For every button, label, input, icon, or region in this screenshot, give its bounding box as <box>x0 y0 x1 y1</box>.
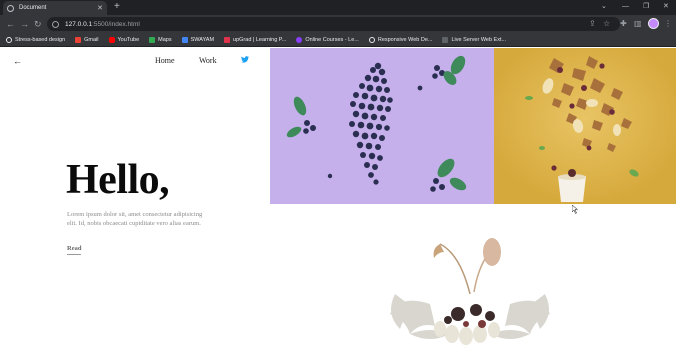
swayam-icon <box>181 36 188 43</box>
bookmark-item[interactable]: Gmail <box>75 36 99 43</box>
youtube-icon <box>108 36 115 43</box>
url-path: :5500/index.html <box>92 20 140 28</box>
reload-button[interactable]: ↻ <box>34 18 42 30</box>
mouse-cursor-icon <box>572 205 578 214</box>
blueberries-image <box>270 48 494 204</box>
bookmark-label: Gmail <box>84 36 99 43</box>
hero-heading: Hello, <box>66 157 170 203</box>
address-bar[interactable]: 127.0.0.1 :5500/index.html <box>47 17 620 31</box>
bookmark-label: Live Server Web Ext... <box>451 36 507 43</box>
share-icon[interactable]: ⇪ <box>589 18 596 30</box>
gmail-icon <box>75 36 82 43</box>
bookmark-item[interactable]: SWAYAM <box>181 36 215 43</box>
globe-icon <box>7 4 14 12</box>
close-tab-icon[interactable]: ✕ <box>97 4 103 12</box>
menu-icon[interactable]: ⋮ <box>664 18 672 29</box>
bookmark-label: Stress-based design <box>15 36 66 43</box>
bookmark-label: YouTube <box>117 36 140 43</box>
bookmark-favicon-icon <box>6 36 12 43</box>
url-host: 127.0.0.1 <box>65 20 93 28</box>
twitter-icon[interactable] <box>241 56 249 63</box>
page-content: ← Home Work Hello, Lorem ipsum dolor sit… <box>0 48 676 360</box>
tab-title: Document <box>19 5 47 11</box>
bookmark-item[interactable]: YouTube <box>108 36 140 43</box>
new-tab-button[interactable]: + <box>114 1 120 13</box>
close-window-button[interactable]: ✕ <box>663 2 669 12</box>
forward-button[interactable]: → <box>20 18 29 30</box>
bookmark-item[interactable]: upGrad | Learning P... <box>224 36 287 43</box>
bookmark-label: Maps <box>158 36 172 43</box>
tab-document[interactable]: Document ✕ <box>3 1 107 15</box>
profile-avatar[interactable] <box>648 18 659 29</box>
browser-toolbar: ← → ↻ 127.0.0.1 :5500/index.html ⇪ ☆ ✚ ▥ <box>0 15 676 33</box>
bookmark-label: Responsive Web De... <box>377 36 433 43</box>
read-link[interactable]: Read <box>67 245 82 255</box>
bookmark-item[interactable]: Online Courses - Le... <box>296 36 359 43</box>
bookmark-item[interactable]: Stress-based design <box>6 36 66 43</box>
restore-button[interactable]: ❐ <box>643 2 649 12</box>
granola-image <box>494 48 676 204</box>
bookmarks-bar: Stress-based design Gmail YouTube Maps S… <box>0 33 676 47</box>
bookmark-label: SWAYAM <box>190 36 215 43</box>
bookmark-star-icon[interactable]: ☆ <box>603 18 610 30</box>
bookmark-label: upGrad | Learning P... <box>233 36 287 43</box>
nav-link-home[interactable]: Home <box>155 56 175 65</box>
bookmark-item[interactable]: Maps <box>149 36 172 43</box>
tab-strip: Document ✕ + ⌄ — ❐ ✕ <box>0 0 676 15</box>
tab-search-icon[interactable]: ⌄ <box>601 2 607 12</box>
back-button[interactable]: ← <box>6 18 15 30</box>
live-server-icon <box>442 36 449 43</box>
maps-icon <box>149 36 156 43</box>
back-arrow-icon[interactable]: ← <box>13 56 22 66</box>
minimize-button[interactable]: — <box>622 2 629 12</box>
courses-icon <box>296 36 303 43</box>
extensions-icon[interactable]: ✚ <box>620 18 627 30</box>
upgrad-icon <box>224 36 231 43</box>
bookmark-item[interactable]: Responsive Web De... <box>368 36 433 43</box>
nav-link-work[interactable]: Work <box>199 56 217 65</box>
site-info-icon[interactable] <box>52 20 59 28</box>
bookmark-item[interactable]: Live Server Web Ext... <box>442 36 507 43</box>
bookmark-label: Online Courses - Le... <box>305 36 359 43</box>
responsive-web-icon <box>368 36 375 43</box>
hero-body-text: Lorem ipsum dolor sit, amet consectetur … <box>67 211 203 227</box>
side-panel-icon[interactable]: ▥ <box>634 18 642 30</box>
floral-arrangement-image <box>370 234 570 360</box>
